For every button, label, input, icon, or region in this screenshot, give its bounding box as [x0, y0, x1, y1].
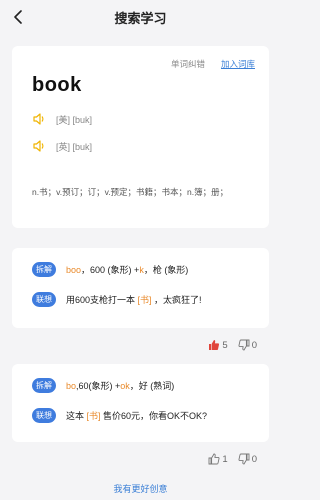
- plain-text: 这本: [66, 411, 87, 421]
- chevron-left-icon: [14, 10, 22, 24]
- split-text: bo,60(象形) +ok，好 (熟词): [66, 379, 174, 392]
- vote-bar: 5 0: [208, 339, 257, 351]
- like-button[interactable]: 5: [208, 339, 228, 351]
- plain-text: ，太疯狂了!: [151, 295, 202, 305]
- association-badge: 联想: [32, 408, 56, 423]
- top-bar: 搜索学习: [0, 0, 281, 34]
- back-button[interactable]: [10, 8, 26, 26]
- association-row: 联想 这本 [书] 售价60元，你看OK不OK?: [32, 408, 207, 423]
- thumbs-up-icon: [208, 453, 220, 465]
- speaker-icon: [33, 140, 44, 152]
- page-title: 搜索学习: [114, 10, 167, 26]
- split-row: 拆解 boo，600 (象形) +k，枪 (象形): [32, 262, 188, 277]
- speaker-icon: [33, 113, 44, 125]
- highlight-text: ok: [120, 381, 130, 391]
- highlight-text: boo: [66, 265, 82, 275]
- pronunciation-us[interactable]: [美] [buk]: [32, 112, 92, 126]
- better-idea-link[interactable]: 我有更好创意: [0, 482, 281, 495]
- pronunciation-uk-text: [英] [buk]: [56, 141, 93, 152]
- like-count: 1: [222, 453, 228, 465]
- plain-text: 用600支枪打一本: [66, 295, 138, 305]
- association-text: 用600支枪打一本 [书] ，太疯狂了!: [66, 293, 202, 306]
- dislike-count: 0: [251, 339, 257, 351]
- dislike-button[interactable]: 0: [238, 453, 257, 465]
- like-count: 5: [222, 339, 228, 351]
- association-row: 联想 用600支枪打一本 [书] ，太疯狂了!: [32, 292, 202, 307]
- memory-card: 拆解 bo,60(象形) +ok，好 (熟词) 联想 这本 [书] 售价60元，…: [12, 364, 269, 442]
- pronunciation-us-text: [美] [buk]: [56, 114, 93, 125]
- split-row: 拆解 bo,60(象形) +ok，好 (熟词): [32, 378, 174, 393]
- like-button[interactable]: 1: [208, 453, 228, 465]
- highlight-text: [书]: [86, 411, 101, 421]
- headword: book: [32, 74, 82, 96]
- word-correction-link[interactable]: 单词纠错: [171, 58, 205, 70]
- dislike-button[interactable]: 0: [238, 339, 257, 351]
- memory-card: 拆解 boo，600 (象形) +k，枪 (象形) 联想 用600支枪打一本 […: [12, 248, 269, 328]
- split-badge: 拆解: [32, 378, 56, 393]
- highlight-text: [书]: [137, 295, 152, 305]
- thumbs-down-icon: [238, 339, 250, 351]
- thumbs-down-icon: [238, 453, 250, 465]
- definition-text: n.书；v.预订；订；v.预定；书籍；书本；n.簿；册；: [32, 187, 229, 197]
- word-card: 单词纠错 加入词库 book [美] [buk] [英] [buk] n.书；v…: [12, 46, 269, 228]
- dislike-count: 0: [251, 453, 257, 465]
- association-badge: 联想: [32, 292, 56, 307]
- split-text: boo，600 (象形) +k，枪 (象形): [66, 263, 188, 276]
- thumbs-up-icon: [209, 340, 220, 350]
- association-text: 这本 [书] 售价60元，你看OK不OK?: [66, 409, 207, 422]
- plain-text: ，枪 (象形): [143, 265, 189, 275]
- pronunciation-uk[interactable]: [英] [buk]: [32, 139, 92, 153]
- plain-text: 售价60元，你看OK不OK?: [100, 411, 208, 421]
- split-badge: 拆解: [32, 262, 56, 277]
- plain-text: ，600 (象形) +: [81, 265, 140, 275]
- plain-text: ，好 (熟词): [129, 381, 175, 391]
- add-to-wordbook-link[interactable]: 加入词库: [221, 58, 255, 70]
- plain-text: ,60(象形) +: [76, 381, 121, 391]
- highlight-text: bo: [66, 381, 77, 391]
- vote-bar: 1 0: [208, 453, 257, 465]
